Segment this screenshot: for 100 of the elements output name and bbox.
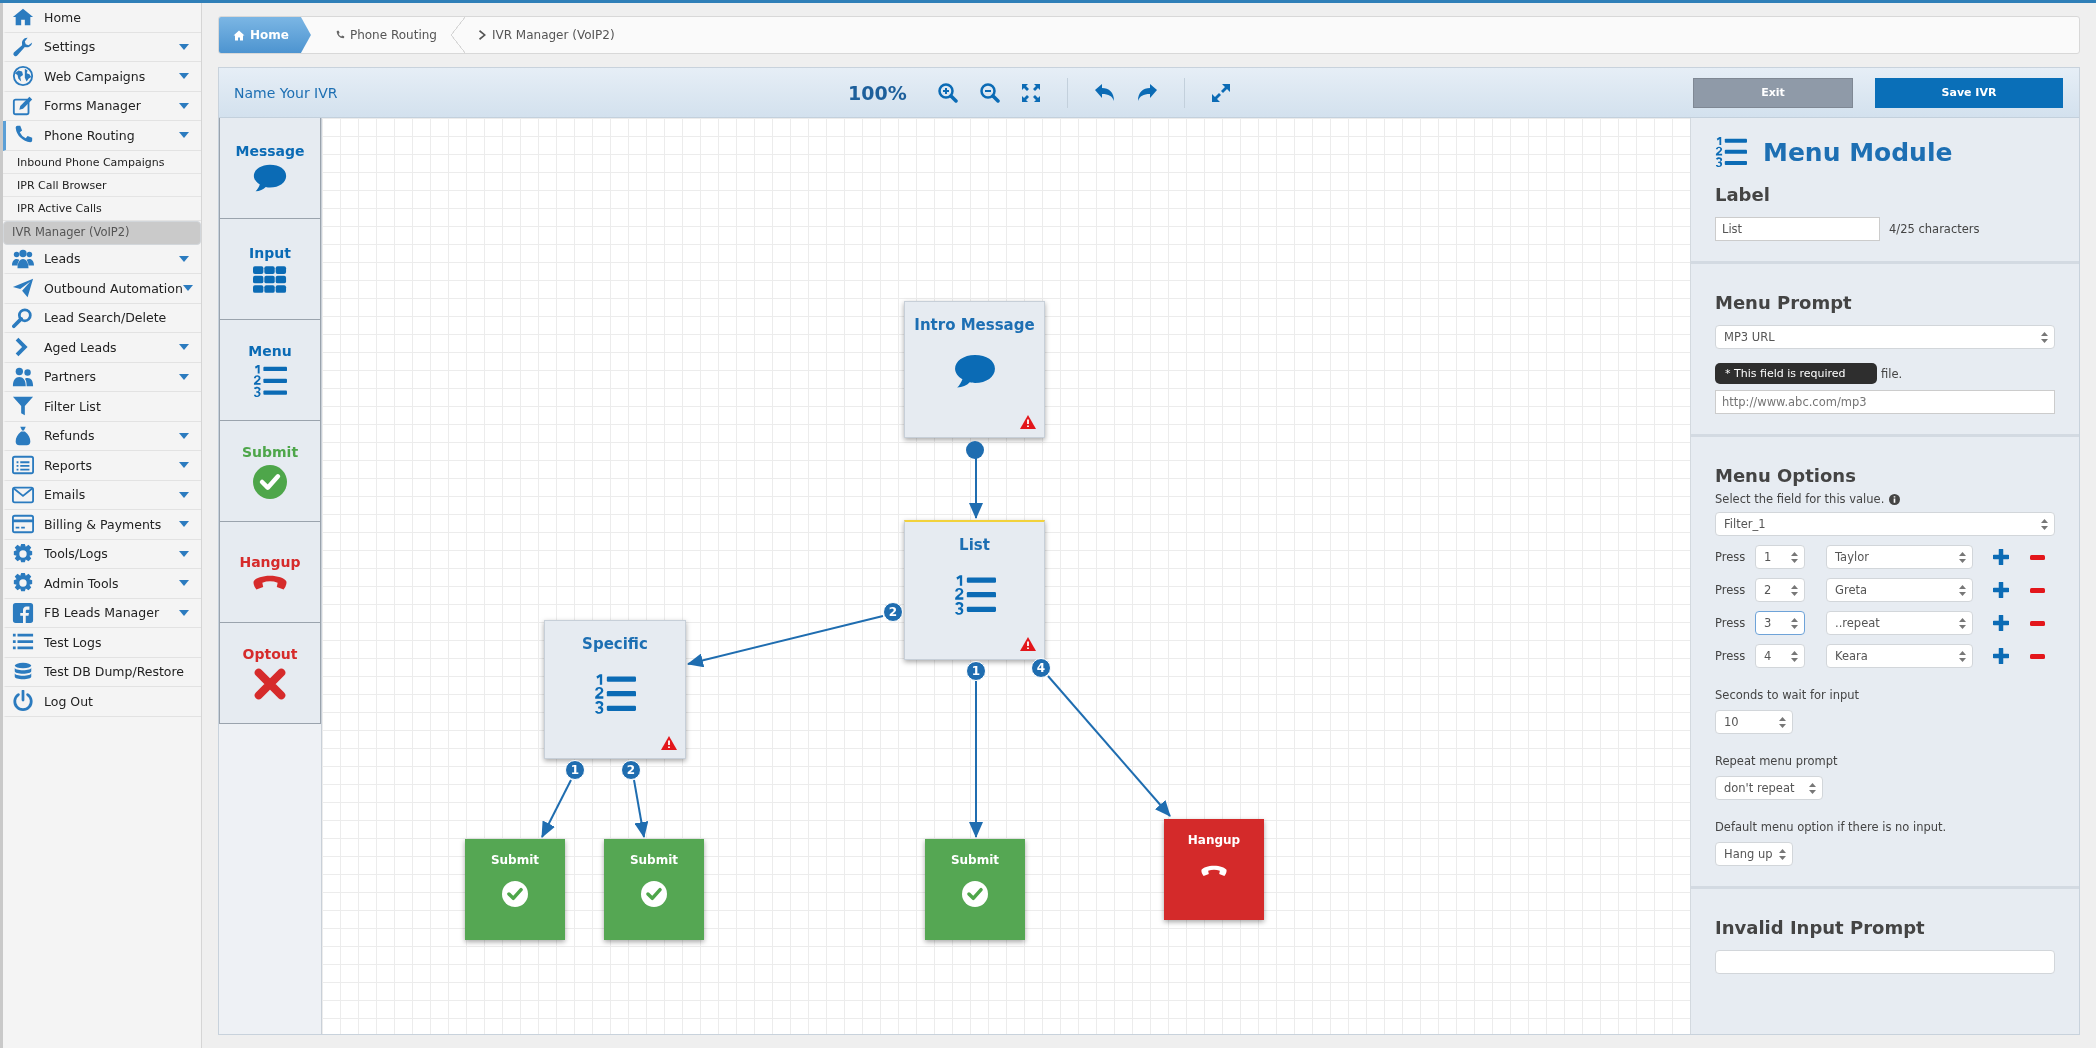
sidebar-item-label: Test DB Dump/Restore [44,664,186,680]
output-port[interactable]: 2 [883,602,903,622]
zoom-out-icon[interactable] [979,82,1000,103]
sidebar-item[interactable]: Phone Routing [3,121,201,151]
output-port[interactable]: 1 [565,760,585,780]
sidebar-item[interactable]: Log Out [3,687,201,717]
submenu-item[interactable]: IPR Active Calls [3,197,201,221]
remove-icon[interactable] [2030,554,2045,560]
save-button[interactable]: Save IVR [1875,77,2063,108]
sidebar-item-label: Emails [44,487,87,503]
zoom-level: 100% [848,81,907,104]
sidebar-item[interactable]: Outbound Automation [3,274,201,304]
wait-seconds-select[interactable]: 10 [1715,710,1793,734]
module-palette-item[interactable]: Input [219,219,321,320]
sidebar-item[interactable]: Billing & Payments [3,510,201,540]
sidebar-item[interactable]: Leads [3,244,201,275]
target-select[interactable]: Greta [1826,578,1973,602]
speech-bubble-icon [253,164,287,193]
module-palette-item[interactable]: Menu [219,320,321,421]
up-down-arrows-icon [1959,618,1966,629]
fit-to-screen-icon[interactable] [1021,83,1040,102]
add-icon[interactable] [1993,615,2009,631]
sidebar-item[interactable]: Partners [3,362,201,393]
sidebar-item[interactable]: FB Leads Manager [3,598,201,629]
submenu-item[interactable]: IPR Call Browser [3,173,201,198]
field-hint: file. [1881,366,1903,381]
x-mark-icon [253,666,287,701]
target-select[interactable]: ..repeat [1826,611,1973,635]
sidebar-item[interactable]: Forms Manager [3,91,201,121]
sidebar-item-label: Phone Routing [44,127,136,143]
key-select[interactable]: 2 [1755,578,1805,602]
remove-icon[interactable] [2030,653,2045,659]
module-palette-item[interactable]: Hangup [219,522,321,623]
output-port[interactable]: 1 [966,661,986,681]
press-label: Press [1715,616,1747,630]
add-icon[interactable] [1993,582,2009,598]
speech-bubble-icon [953,354,996,390]
key-select[interactable]: 1 [1755,545,1805,569]
sidebar-item-label: Reports [44,457,93,473]
repeat-select[interactable]: don't repeat [1715,776,1823,800]
sidebar-item[interactable]: Reports [3,451,201,481]
section-heading: Menu Prompt [1715,292,1852,313]
output-port[interactable]: 4 [1031,658,1051,678]
submenu-item[interactable]: IVR Manager (VoIP2) [3,220,201,245]
breadcrumb-link[interactable]: Phone Routing [320,17,451,53]
submenu-item[interactable]: Inbound Phone Campaigns [3,150,201,174]
sidebar-item[interactable]: Settings [3,32,201,62]
key-select[interactable]: 3 [1755,611,1805,635]
module-palette-item[interactable]: Message [219,118,321,219]
prompt-type-select[interactable]: MP3 URL [1715,325,2055,349]
zoom-in-icon[interactable] [937,82,958,103]
section-heading: Invalid Input Prompt [1715,917,1925,938]
numbered-list-icon [594,673,636,715]
sidebar-item[interactable]: Home [3,3,201,33]
mp3-url-input[interactable]: http://www.abc.com/mp3 [1715,390,2055,414]
flow-node[interactable]: Intro Message [904,301,1045,438]
sidebar-item-icon [12,690,34,713]
sidebar-item[interactable]: Aged Leads [3,333,201,363]
press-label: Press [1715,649,1747,663]
output-port[interactable]: 2 [621,760,641,780]
sidebar-item-label: Home [44,9,82,25]
module-palette-item[interactable]: Optout [219,623,321,724]
hangup-phone-icon [1201,865,1227,877]
sidebar-item-icon [12,35,34,58]
press-label: Press [1715,550,1747,564]
flow-node[interactable]: Hangup [1164,819,1264,920]
key-select[interactable]: 4 [1755,644,1805,668]
up-down-arrows-icon [1779,717,1786,728]
numbered-list-icon [253,363,287,398]
sidebar-item[interactable]: Test Logs [3,628,201,658]
target-select[interactable]: Keara [1826,644,1973,668]
flow-node[interactable]: Specific [544,620,686,759]
sidebar-item[interactable]: Lead Search/Delete [3,303,201,334]
sidebar-item[interactable]: Test DB Dump/Restore [3,657,201,688]
field-select[interactable]: Filter_1 [1715,512,2055,536]
sidebar-item[interactable]: Admin Tools [3,569,201,599]
sidebar-item[interactable]: Emails [3,480,201,511]
redo-icon[interactable] [1136,83,1157,102]
flow-node[interactable]: List [904,520,1045,660]
target-select[interactable]: Taylor [1826,545,1973,569]
label-input[interactable]: List [1715,217,1880,241]
module-name: Hangup [239,553,301,570]
sidebar-item[interactable]: Refunds [3,421,201,452]
module-name: Message [235,143,305,160]
ivr-name-field[interactable]: Name Your IVR [234,84,338,101]
sidebar-item[interactable]: Filter List [3,392,201,422]
sidebar-item[interactable]: Tools/Logs [3,539,201,570]
expand-icon[interactable] [1211,83,1230,102]
undo-icon[interactable] [1094,83,1115,102]
sidebar-item-label: FB Leads Manager [44,605,161,621]
add-icon[interactable] [1993,648,2009,664]
add-icon[interactable] [1993,549,2009,565]
sidebar-item-icon [12,65,34,88]
remove-icon[interactable] [2030,620,2045,626]
sidebar-item[interactable]: Web Campaigns [3,62,201,92]
default-option-select[interactable]: Hang up [1715,842,1793,866]
sidebar-item-icon [12,513,34,536]
output-port[interactable] [965,441,984,459]
remove-icon[interactable] [2030,587,2045,593]
up-down-arrows-icon [2041,519,2048,530]
